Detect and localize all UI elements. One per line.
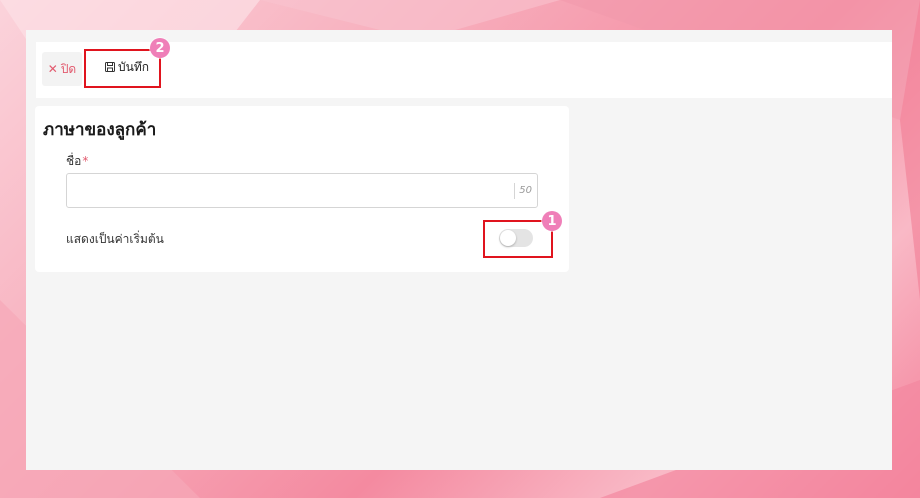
step-marker-2: 2	[150, 38, 170, 58]
name-input[interactable]	[67, 174, 507, 207]
required-mark: *	[82, 154, 89, 168]
highlight-save-button	[84, 49, 161, 88]
step-marker-1: 1	[542, 211, 562, 231]
close-button-label: ปิด	[60, 61, 77, 76]
page-title: ภาษาของลูกค้า	[43, 120, 157, 140]
name-field-label: ชื่อ*	[66, 154, 89, 168]
app-window: ✕ ปิด บันทึก ภาษาของลูกค้า ชื่อ* 50 แสดง…	[26, 30, 892, 470]
name-field: 50	[66, 173, 538, 208]
close-button[interactable]: ✕ ปิด	[42, 52, 82, 86]
default-toggle-label: แสดงเป็นค่าเริ่มต้น	[66, 232, 164, 246]
max-length-counter: 50	[514, 183, 532, 199]
close-icon: ✕	[47, 62, 58, 76]
